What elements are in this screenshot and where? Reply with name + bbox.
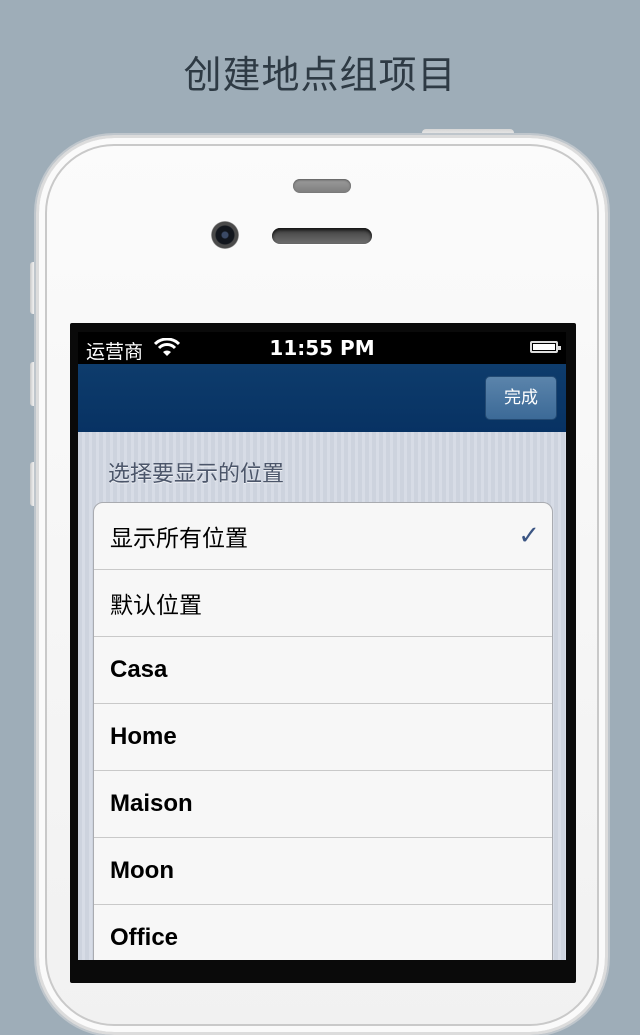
wifi-icon <box>154 338 180 356</box>
list-item-label: 默认位置 <box>110 593 202 619</box>
list-item-label: Home <box>110 723 177 750</box>
list-item-label: Maison <box>110 790 193 817</box>
status-bar: 运营商 11:55 PM <box>78 332 566 364</box>
list-item-label: 显示所有位置 <box>110 526 248 552</box>
list-item-default[interactable]: 默认位置 <box>94 570 552 637</box>
earpiece-speaker <box>272 228 372 244</box>
list-item-label: Office <box>110 924 179 951</box>
list-item-casa[interactable]: Casa <box>94 637 552 704</box>
list-item-home[interactable]: Home <box>94 704 552 771</box>
list-item-label: Casa <box>110 656 168 683</box>
navigation-bar: 完成 <box>78 364 566 432</box>
list-item-show-all[interactable]: 显示所有位置 ✓ <box>94 503 552 570</box>
list-item-moon[interactable]: Moon <box>94 838 552 905</box>
location-list: 显示所有位置 ✓ 默认位置 Casa Home Maison Moon Offi… <box>93 502 553 960</box>
battery-icon <box>530 341 561 353</box>
carrier-label: 运营商 <box>86 341 144 363</box>
proximity-sensor <box>293 179 351 193</box>
list-item-maison[interactable]: Maison <box>94 771 552 838</box>
front-camera-icon <box>211 221 239 249</box>
list-item-office[interactable]: Office <box>94 905 552 960</box>
done-button[interactable]: 完成 <box>485 376 557 420</box>
table-view[interactable]: 选择要显示的位置 显示所有位置 ✓ 默认位置 Casa Home Maison … <box>78 432 566 960</box>
section-header: 选择要显示的位置 <box>108 462 285 487</box>
status-time: 11:55 PM <box>269 336 375 360</box>
app-display: 运营商 11:55 PM 完成 选择要显示的位置 显示所有位置 ✓ 默认位置 C… <box>78 332 566 960</box>
headline: 创建地点组项目 <box>183 53 457 97</box>
checkmark-icon: ✓ <box>518 521 540 551</box>
list-item-label: Moon <box>110 857 174 884</box>
